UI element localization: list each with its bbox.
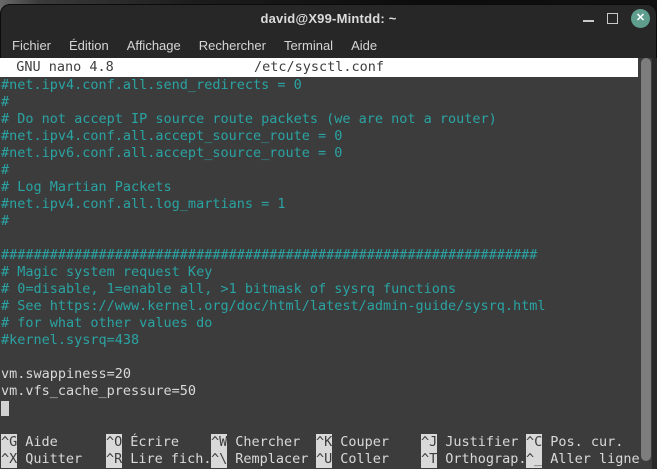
shortcut-key: ^J <box>421 434 437 451</box>
window-titlebar[interactable]: david@X99-Mintdd: ~ ✕ <box>0 4 657 32</box>
shortcut-key: ^O <box>106 434 122 451</box>
shortcut-label: Chercher <box>235 434 300 450</box>
menu-item-fichier[interactable]: Fichier <box>3 35 60 56</box>
nano-shortcut: ^W Chercher <box>211 434 316 451</box>
menu-bar: FichierÉditionAffichageRechercherTermina… <box>0 32 657 58</box>
shortcut-key: ^K <box>316 434 332 451</box>
shortcut-label: Orthograp. <box>445 451 526 467</box>
nano-shortcut: ^J Justifier <box>421 434 526 451</box>
editor-line: # Magic system request Key <box>0 264 651 281</box>
shortcut-label: Coller <box>340 451 389 467</box>
menu-item-affichage[interactable]: Affichage <box>118 35 190 56</box>
editor-line: #net.ipv4.conf.all.send_redirects = 0 <box>0 77 651 94</box>
nano-shortcut: ^\ Remplacer <box>211 451 316 468</box>
menu-item-aide[interactable]: Aide <box>342 35 386 56</box>
nano-shortcut: ^_ Aller ligne <box>526 451 640 468</box>
editor-line: vm.swappiness=20 <box>0 366 651 383</box>
close-icon[interactable]: ✕ <box>631 9 650 28</box>
shortcut-label: Écrire <box>130 434 179 450</box>
nano-shortcut: ^T Orthograp. <box>421 451 526 468</box>
nano-shortcut: ^R Lire fich. <box>106 451 211 468</box>
maximize-icon[interactable] <box>607 13 618 24</box>
shortcut-key: ^\ <box>211 451 227 468</box>
shortcut-key: ^R <box>106 451 122 468</box>
nano-shortcut-row: ^X Quitter ^R Lire fich.^\ Remplacer ^U Coller… <box>0 451 651 468</box>
editor-line: #net.ipv4.conf.all.log_martians = 1 <box>0 196 651 213</box>
minimize-icon[interactable] <box>583 20 594 22</box>
editor-line: # for what other values do <box>0 315 651 332</box>
nano-titlebar: GNU nano 4.8 /etc/sysctl.conf <box>0 58 638 77</box>
shortcut-key: ^U <box>316 451 332 468</box>
window-controls: ✕ <box>583 4 650 32</box>
menu-item-terminal[interactable]: Terminal <box>275 35 342 56</box>
shortcut-label: Justifier <box>445 434 518 450</box>
shortcut-key: ^T <box>421 451 437 468</box>
menu-item-rechercher[interactable]: Rechercher <box>190 35 275 56</box>
editor-line: #net.ipv6.conf.all.accept_source_route =… <box>0 145 651 162</box>
shortcut-key: ^X <box>1 451 17 468</box>
editor-line: vm.vfs_cache_pressure=50 <box>0 383 651 400</box>
editor-line <box>0 349 651 366</box>
editor-line: #kernel.sysrq=438 <box>0 332 651 349</box>
shortcut-key: ^C <box>526 434 542 451</box>
shortcut-key: ^_ <box>526 451 542 468</box>
nano-shortcut: ^U Coller <box>316 451 421 468</box>
editor-lines: #net.ipv4.conf.all.send_redirects = 0## … <box>0 77 651 468</box>
shortcut-label: Aller ligne <box>550 451 639 467</box>
nano-shortcut: ^K Couper <box>316 434 421 451</box>
cursor-line <box>0 400 651 417</box>
editor-line: ########################################… <box>0 247 651 264</box>
shortcut-key: ^W <box>211 434 227 451</box>
shortcut-label: Remplacer <box>235 451 308 467</box>
terminal-screen[interactable]: GNU nano 4.8 /etc/sysctl.conf #net.ipv4.… <box>0 58 657 469</box>
editor-line: # <box>0 94 651 111</box>
editor-line: # See https://www.kernel.org/doc/html/la… <box>0 298 651 315</box>
editor-line: # Do not accept IP source route packets … <box>0 111 651 128</box>
nano-shortcut-row: ^G Aide ^O Écrire ^W Chercher ^K Couper ^J Justif… <box>0 434 651 451</box>
shortcut-label: Pos. cur. <box>550 434 623 450</box>
shortcut-key: ^G <box>1 434 17 451</box>
menu-item-dition[interactable]: Édition <box>60 35 118 56</box>
nano-shortcut: ^X Quitter <box>1 451 106 468</box>
editor-line: # <box>0 162 651 179</box>
nano-filename: /etc/sysctl.conf <box>0 59 638 76</box>
scrollbar[interactable] <box>641 58 651 461</box>
shortcut-label: Aide <box>25 434 58 450</box>
editor-line: # 0=disable, 1=enable all, >1 bitmask of… <box>0 281 651 298</box>
shortcut-label: Quitter <box>25 451 82 467</box>
editor-line: # Log Martian Packets <box>0 179 651 196</box>
terminal-window: david@X99-Mintdd: ~ ✕ FichierÉditionAffi… <box>0 4 657 469</box>
editor-line <box>0 417 651 434</box>
nano-shortcut: ^C Pos. cur. <box>526 434 623 451</box>
text-cursor <box>1 401 9 416</box>
window-title: david@X99-Mintdd: ~ <box>260 11 396 26</box>
shortcut-label: Lire fich. <box>130 451 211 467</box>
nano-shortcut: ^G Aide <box>1 434 106 451</box>
editor-line: # <box>0 213 651 230</box>
shortcut-label: Couper <box>340 434 389 450</box>
editor-line <box>0 230 651 247</box>
nano-shortcut: ^O Écrire <box>106 434 211 451</box>
window-right-edge <box>652 58 657 469</box>
editor-line: #net.ipv4.conf.all.accept_source_route =… <box>0 128 651 145</box>
